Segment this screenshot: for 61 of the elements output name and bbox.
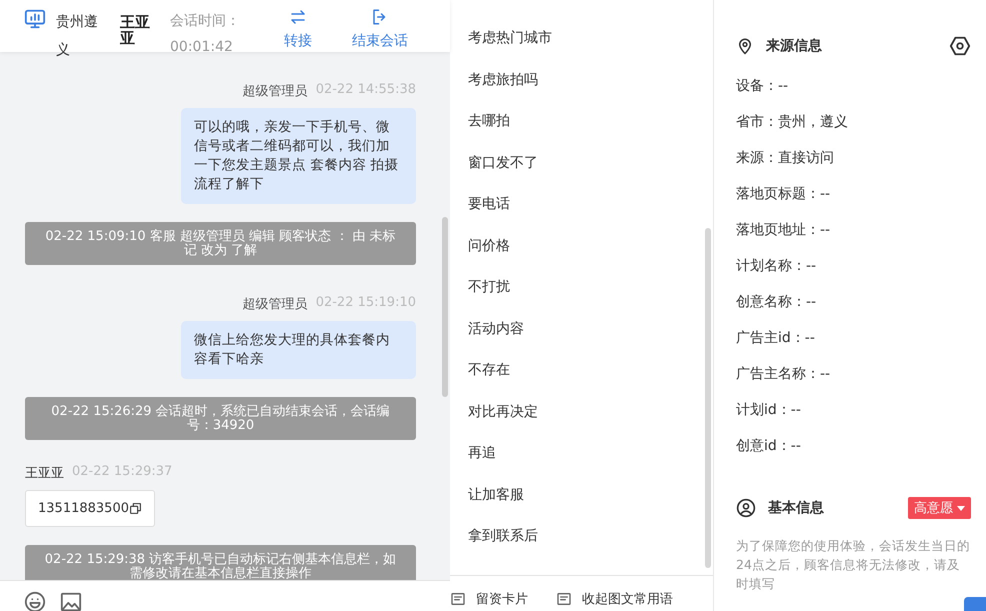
info-note: 为了保障您的使用体验，会话发生当日的24点之后，顾客信息将无法修改，请及时填写: [736, 537, 971, 593]
transfer-button[interactable]: 转接: [284, 8, 312, 50]
info-field: 广告主id：--: [736, 320, 971, 356]
scrollbar[interactable]: [705, 228, 711, 568]
info-field: 创意id：--: [736, 428, 971, 464]
message-time: 02-22 15:19:10: [316, 295, 416, 312]
copy-icon: [128, 502, 142, 515]
sender-name: 超级管理员: [242, 296, 308, 313]
info-field: 落地页标题：--: [736, 176, 971, 212]
quick-reply-item[interactable]: 拿到联系后: [468, 516, 713, 558]
info-field: 设备：--: [736, 68, 971, 104]
system-message: 02-22 15:26:29 会话超时，系统已自动结束会话，会话编号：34920: [25, 397, 416, 440]
system-message: 02-22 15:29:38 访客手机号已自动标记右侧基本信息栏，如需修改请在基本信息栏直接操作: [25, 545, 416, 580]
sender-name: 超级管理员: [242, 83, 308, 100]
quick-reply-item[interactable]: 要电话: [468, 184, 713, 226]
message-bubble: 可以的哦，亲发一下手机号、微信号或者二维码都可以，我们加一下您发主题景点 套餐内容 拍摄流程了解下: [181, 108, 416, 204]
info-field: 计划id：--: [736, 392, 971, 428]
info-field: 广告主名称：--: [736, 356, 971, 392]
intent-tag-dropdown[interactable]: 高意愿: [908, 497, 971, 519]
lead-card-button[interactable]: 留资卡片: [450, 586, 528, 611]
quick-reply-item[interactable]: 活动内容: [468, 308, 713, 350]
settings-icon: [949, 35, 971, 57]
info-field: 落地页地址：--: [736, 212, 971, 248]
end-session-button[interactable]: 结束会话: [352, 8, 408, 50]
quick-reply-item[interactable]: 窗口发不了: [468, 142, 713, 184]
info-field: 创意名称：--: [736, 284, 971, 320]
document-icon: [556, 590, 572, 606]
caret-icon: [957, 506, 965, 510]
info-field: 省市：贵州，遵义: [736, 104, 971, 140]
quick-reply-item[interactable]: 让加客服: [468, 474, 713, 516]
visitor-name: 王亚亚: [120, 14, 151, 46]
quick-reply-item[interactable]: 不存在: [468, 350, 713, 392]
system-message: 02-22 15:09:10 客服 超级管理员 编辑 顾客状态 ： 由 未标记 改为 了解: [25, 222, 416, 265]
info-field: 计划名称：--: [736, 248, 971, 284]
user-circle-icon: [736, 498, 756, 518]
info-field: 来源：直接访问: [736, 140, 971, 176]
quick-reply-item[interactable]: 考虑旅拍吗: [468, 60, 713, 101]
quick-reply-item[interactable]: 对比再决定: [468, 392, 713, 433]
section-title: 来源信息: [766, 37, 823, 55]
monitor-icon: [24, 8, 46, 30]
image-icon: [60, 591, 82, 611]
emoji-icon: [24, 591, 46, 611]
quick-reply-item[interactable]: 考虑热门城市: [468, 18, 713, 60]
section-title: 基本信息: [768, 499, 825, 517]
message-time: 02-22 15:29:37: [72, 464, 172, 481]
quick-reply-item[interactable]: 再追: [468, 433, 713, 474]
phone-card: 13511883500: [25, 490, 155, 527]
message-time: 02-22 14:55:38: [316, 82, 416, 99]
swap-arrows-icon: [289, 8, 307, 26]
sender-name: 王亚亚: [25, 465, 64, 482]
location-pin-icon: [736, 37, 754, 55]
message-bubble: 微信上给您发大理的具体套餐内容看下哈亲: [181, 321, 416, 379]
quick-reply-item[interactable]: 问价格: [468, 226, 713, 267]
quick-reply-item[interactable]: 不打扰: [468, 267, 713, 308]
location-text: 贵州遵义: [56, 13, 99, 60]
quick-reply-item[interactable]: 去哪拍: [468, 101, 713, 142]
collapse-phrases-button[interactable]: 收起图文常用语: [556, 586, 673, 611]
floating-button[interactable]: [964, 597, 986, 611]
document-icon: [450, 590, 466, 606]
session-timer: 会话时间： 00:01:42: [170, 12, 241, 57]
scrollbar[interactable]: [442, 217, 448, 397]
